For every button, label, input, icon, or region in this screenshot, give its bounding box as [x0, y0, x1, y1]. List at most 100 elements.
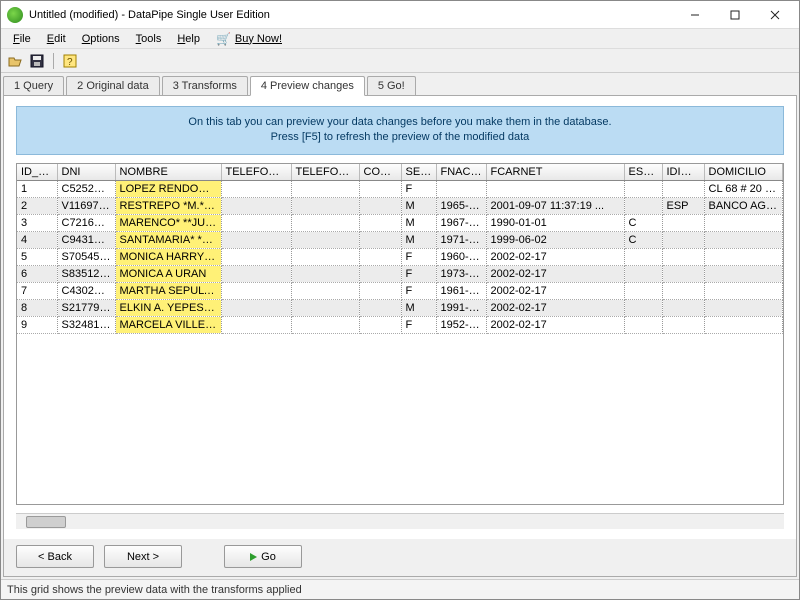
cell[interactable]: 2002-02-17 [486, 248, 624, 265]
col-domicilio[interactable]: DOMICILIO [704, 164, 782, 181]
menu-help[interactable]: Help [169, 31, 208, 47]
cell[interactable]: ESP [662, 197, 704, 214]
cell[interactable]: V116976... [57, 197, 115, 214]
cell[interactable] [662, 316, 704, 333]
cell[interactable] [291, 265, 359, 282]
cell[interactable]: 1 [17, 180, 57, 197]
cell[interactable]: 1990-01-01 [486, 214, 624, 231]
cell[interactable] [436, 180, 486, 197]
menu-tools[interactable]: Tools [128, 31, 170, 47]
cell[interactable] [662, 265, 704, 282]
cell[interactable] [291, 316, 359, 333]
tab-go[interactable]: 5 Go! [367, 76, 416, 95]
col-nombre[interactable]: NOMBRE [115, 164, 221, 181]
cell[interactable]: RESTREPO *M.**ADIEL [115, 197, 221, 214]
cell[interactable] [221, 282, 291, 299]
cell[interactable] [782, 180, 784, 197]
cell[interactable] [291, 248, 359, 265]
cell[interactable]: F [401, 265, 436, 282]
cell[interactable] [662, 248, 704, 265]
preview-grid[interactable]: ID_F... DNI NOMBRE TELEFONOP... TELEFONO… [16, 163, 784, 505]
cell[interactable]: CL 68 # 20 D - 31 ... [704, 180, 782, 197]
cell[interactable] [662, 180, 704, 197]
cell[interactable]: S217794... [57, 299, 115, 316]
cell[interactable] [624, 197, 662, 214]
cell[interactable] [624, 299, 662, 316]
col-cdpo[interactable]: CDPO [782, 164, 784, 181]
cell[interactable]: F [401, 282, 436, 299]
cell[interactable] [291, 197, 359, 214]
menu-edit[interactable]: Edit [39, 31, 74, 47]
cell[interactable]: 2 [17, 197, 57, 214]
cell[interactable]: M [401, 231, 436, 248]
tab-transforms[interactable]: 3 Transforms [162, 76, 248, 95]
cell[interactable]: 6 [17, 265, 57, 282]
cell[interactable]: 8 [17, 299, 57, 316]
cell[interactable]: LOPEZ RENDON NANCY ... [115, 180, 221, 197]
cell[interactable] [704, 299, 782, 316]
cell[interactable] [221, 214, 291, 231]
cell[interactable] [782, 248, 784, 265]
table-row[interactable]: 6S835120...MONICA A URANF1973-0...2002-0… [17, 265, 784, 282]
cell[interactable]: SANTAMARIA* **NICA... [115, 231, 221, 248]
cell[interactable] [662, 282, 704, 299]
cell[interactable]: C [624, 214, 662, 231]
back-button[interactable]: < Back [16, 545, 94, 568]
minimize-button[interactable] [675, 2, 715, 28]
cell[interactable]: BANCO AGRARIO [704, 197, 782, 214]
cell[interactable] [624, 316, 662, 333]
cell[interactable] [704, 248, 782, 265]
cell[interactable]: 9 [17, 316, 57, 333]
tab-preview-changes[interactable]: 4 Preview changes [250, 76, 365, 96]
cell[interactable] [704, 316, 782, 333]
cell[interactable]: C43028837 [57, 282, 115, 299]
cell[interactable] [704, 231, 782, 248]
table-row[interactable]: 9S324817...MARCELA VILLEGAS AF1952-0...2… [17, 316, 784, 333]
cell[interactable]: M [401, 299, 436, 316]
cell[interactable] [704, 282, 782, 299]
cell[interactable] [221, 248, 291, 265]
cell[interactable] [221, 231, 291, 248]
cell[interactable]: 1961-1... [436, 282, 486, 299]
cell[interactable]: 1999-06-02 [486, 231, 624, 248]
cell[interactable]: M [401, 214, 436, 231]
cell[interactable] [291, 180, 359, 197]
col-fnacim[interactable]: FNACIM [436, 164, 486, 181]
cell[interactable] [221, 265, 291, 282]
cell[interactable]: MONICA HARRY JARAM... [115, 248, 221, 265]
menu-buy-now[interactable]: 🛒 Buy Now! [208, 30, 290, 48]
table-row[interactable]: 3C72160103MARENCO* **JULIOM1967-1...1990… [17, 214, 784, 231]
cell[interactable]: 2002-02-17 [486, 316, 624, 333]
cell[interactable]: C [624, 231, 662, 248]
cell[interactable] [291, 214, 359, 231]
cell[interactable]: 1965-0... [436, 197, 486, 214]
cell[interactable] [662, 231, 704, 248]
scroll-thumb[interactable] [26, 516, 66, 528]
cell[interactable] [359, 197, 401, 214]
go-button[interactable]: Go [224, 545, 302, 568]
save-icon[interactable] [29, 53, 45, 69]
cell[interactable]: 4 [17, 231, 57, 248]
cell[interactable]: 1973-0... [436, 265, 486, 282]
cell[interactable] [359, 180, 401, 197]
cell[interactable] [624, 282, 662, 299]
cell[interactable]: S324817... [57, 316, 115, 333]
col-codp[interactable]: CODP... [359, 164, 401, 181]
help-icon[interactable]: ? [62, 53, 78, 69]
col-esta[interactable]: ESTA... [624, 164, 662, 181]
tab-query[interactable]: 1 Query [3, 76, 64, 95]
table-row[interactable]: 4C94310204SANTAMARIA* **NICA...M1971-0..… [17, 231, 784, 248]
cell[interactable]: MONICA A URAN [115, 265, 221, 282]
cell[interactable]: 1952-0... [436, 316, 486, 333]
col-dni[interactable]: DNI [57, 164, 115, 181]
cell[interactable]: C52528144 [57, 180, 115, 197]
cell[interactable] [359, 316, 401, 333]
cell[interactable]: MARTHA SEPULVEDA [115, 282, 221, 299]
table-row[interactable]: 5S705453...MONICA HARRY JARAM...F1960-0.… [17, 248, 784, 265]
col-idioma[interactable]: IDIOMA [662, 164, 704, 181]
cell[interactable]: F [401, 248, 436, 265]
menu-file[interactable]: File [5, 31, 39, 47]
open-icon[interactable] [7, 53, 23, 69]
cell[interactable] [291, 282, 359, 299]
cell[interactable]: 1967-1... [436, 214, 486, 231]
